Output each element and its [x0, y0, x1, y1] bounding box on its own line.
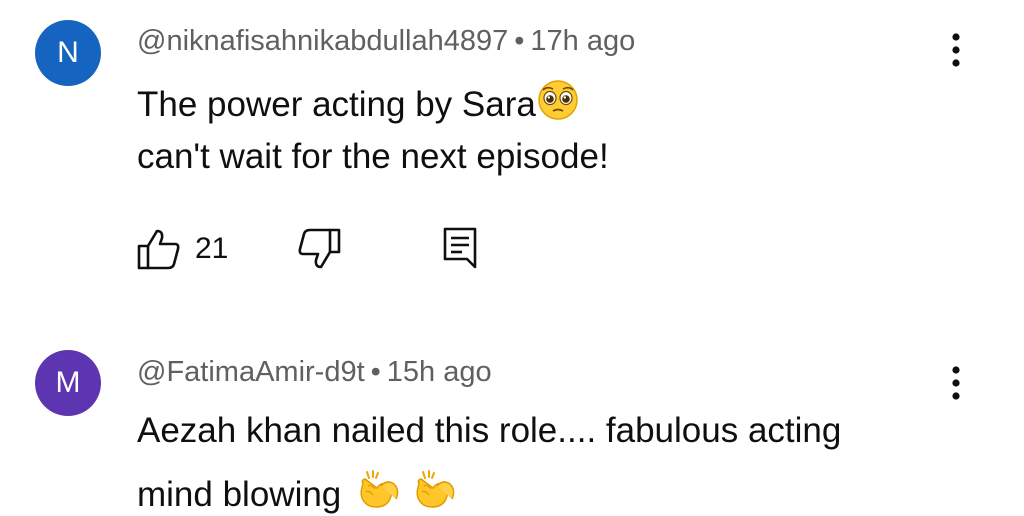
clapping-hands-emoji-icon — [416, 470, 455, 508]
comment-time: 17h ago — [530, 25, 636, 57]
more-vertical-icon — [952, 33, 960, 67]
reply-comment-icon — [443, 227, 477, 269]
comment-text: Aezah khan nailed this role.... fabulous… — [137, 411, 842, 450]
like-button[interactable]: 21 — [137, 228, 228, 270]
comment-time: 15h ago — [386, 356, 492, 388]
more-vertical-icon — [952, 366, 960, 400]
thumbs-down-icon — [298, 228, 341, 269]
comment-text: mind blowing — [137, 475, 342, 514]
comment-actions: 21 — [137, 224, 537, 272]
comment-text-line: The power acting by Sara — [137, 80, 580, 122]
avatar[interactable]: N — [35, 20, 101, 86]
author-handle[interactable]: @niknafisahnikabdullah4897 — [137, 25, 508, 57]
avatar-letter: M — [55, 366, 81, 399]
author-handle[interactable]: @FatimaAmir-d9t — [137, 356, 365, 388]
reply-button[interactable] — [442, 226, 478, 270]
comment-item: N @niknafisahnikabdullah4897 • 17h ago The… — [0, 0, 1024, 300]
pleading-face-emoji-icon — [538, 80, 578, 120]
more-options-button[interactable] — [936, 358, 976, 408]
comment-text-line: can't wait for the next episode! — [137, 139, 609, 174]
more-options-button[interactable] — [936, 25, 976, 75]
comment-meta: @niknafisahnikabdullah4897 • 17h ago — [137, 27, 635, 56]
comment-text: The power acting by Sara — [137, 85, 536, 124]
meta-separator: • — [514, 25, 525, 57]
meta-separator: • — [370, 356, 381, 388]
dislike-button[interactable] — [297, 228, 341, 270]
comment-item: M @FatimaAmir-d9t • 15h ago Aezah khan nai… — [0, 330, 1024, 516]
like-count: 21 — [195, 232, 229, 265]
avatar-letter: N — [57, 36, 79, 69]
comment-text: can't wait for the next episode! — [137, 137, 609, 176]
avatar[interactable]: M — [35, 350, 101, 416]
clapping-hands-emoji-icon — [360, 470, 399, 508]
comment-text-line: Aezah khan nailed this role.... fabulous… — [137, 413, 841, 448]
comment-text-line: mind blowing — [137, 470, 459, 512]
thumbs-up-icon — [137, 229, 180, 270]
comment-meta: @FatimaAmir-d9t • 15h ago — [137, 358, 492, 387]
